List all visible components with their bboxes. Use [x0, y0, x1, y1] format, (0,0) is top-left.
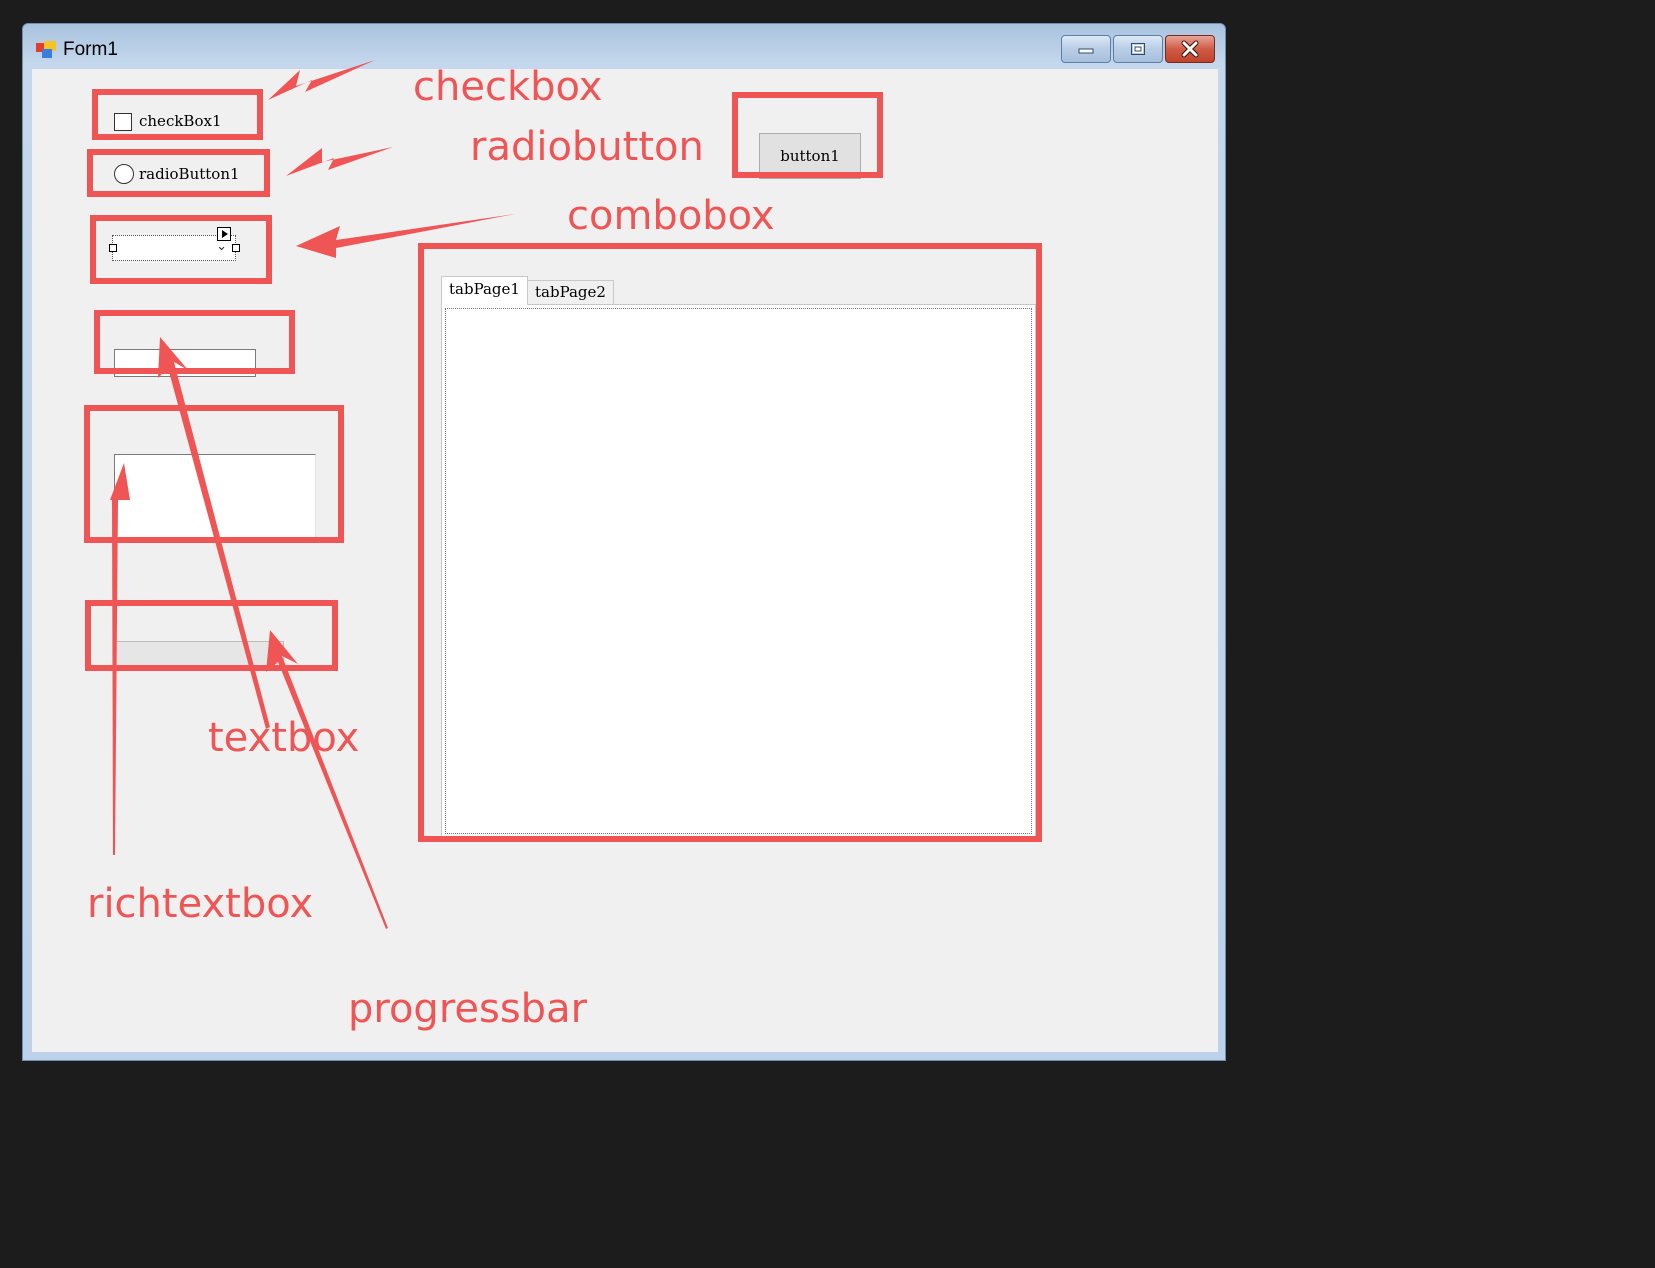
window-title: Form1	[63, 39, 118, 60]
tab-page-design-border	[445, 308, 1032, 834]
textbox[interactable]	[114, 349, 256, 377]
tab-page-content	[441, 304, 1036, 838]
annotation-richtextbox: richtextbox	[87, 881, 314, 927]
resize-handle-right[interactable]	[232, 244, 240, 252]
tab-page1[interactable]: tabPage1	[441, 276, 528, 305]
progressbar	[114, 641, 284, 671]
maximize-icon	[1131, 43, 1145, 55]
resize-handle-left[interactable]	[109, 244, 117, 252]
tab-page2[interactable]: tabPage2	[527, 280, 614, 305]
chevron-down-icon[interactable]: ⌄	[216, 239, 227, 254]
annotation-progressbar: progressbar	[348, 986, 588, 1032]
smart-tag-icon[interactable]	[217, 227, 231, 241]
title-bar[interactable]: Form1	[23, 24, 1225, 67]
close-button[interactable]	[1165, 35, 1215, 63]
app-icon	[36, 41, 56, 58]
checkbox[interactable]	[114, 113, 132, 131]
minimize-icon	[1078, 48, 1094, 54]
annotation-combobox: combobox	[567, 193, 775, 239]
close-icon	[1181, 40, 1199, 58]
annotation-radiobutton: radiobutton	[470, 124, 704, 170]
button1[interactable]: button1	[759, 133, 861, 179]
annotation-checkbox: checkbox	[413, 64, 603, 110]
button1-label: button1	[780, 147, 840, 165]
maximize-button[interactable]	[1113, 35, 1163, 63]
checkbox-label[interactable]: checkBox1	[139, 112, 222, 130]
radio-button-label[interactable]: radioButton1	[139, 165, 240, 183]
richtextbox[interactable]	[114, 454, 316, 542]
annotation-textbox: textbox	[208, 715, 360, 761]
radio-button[interactable]	[114, 164, 134, 184]
minimize-button[interactable]	[1061, 35, 1111, 63]
